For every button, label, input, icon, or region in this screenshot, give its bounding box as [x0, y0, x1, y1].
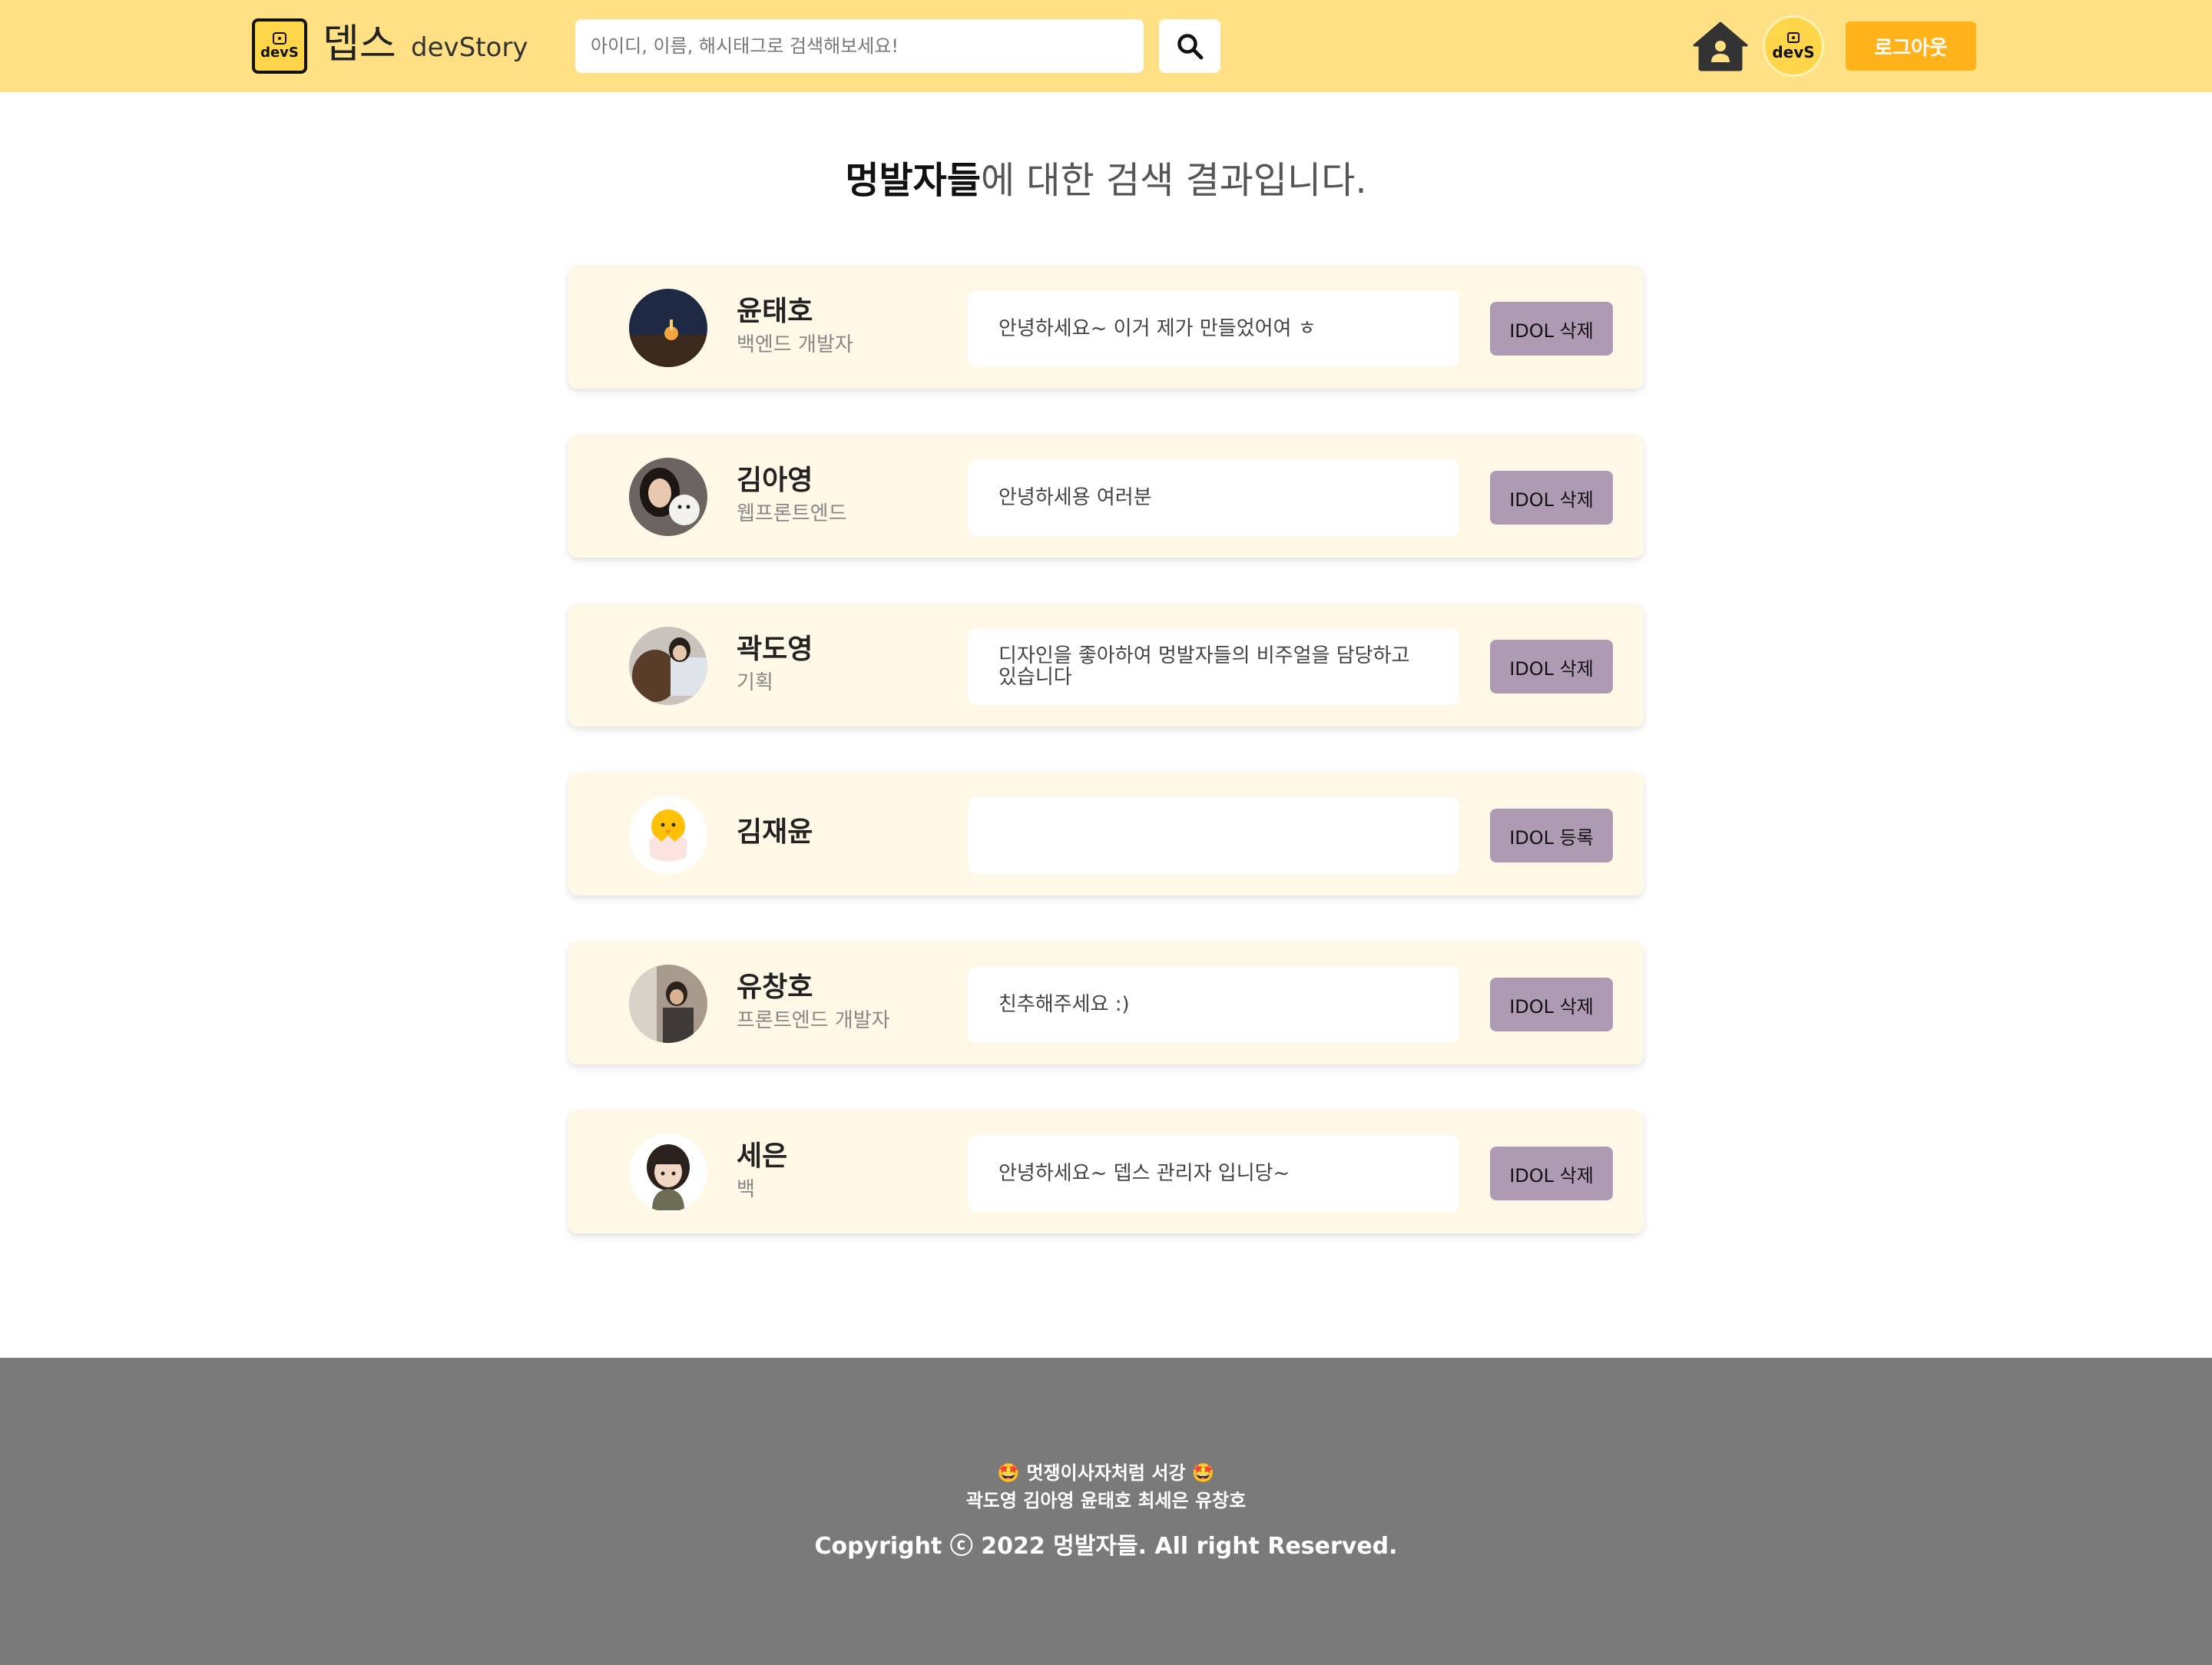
search-input[interactable]	[575, 19, 1144, 73]
search-keyword: 멍발자들	[845, 159, 981, 202]
avatar-logo-text: devS	[1772, 43, 1815, 61]
user-role: 기획	[737, 671, 773, 694]
user-role: 백	[737, 1178, 755, 1201]
footer-slogan: 🤩 멋쟁이사자처럼 서강 🤩	[997, 1462, 1215, 1484]
idol-delete-button[interactable]: IDOL 삭제	[1490, 978, 1613, 1031]
logo-mark-icon	[1787, 32, 1800, 43]
result-card: 곽도영 기획 디자인을 좋아하여 멍발자들의 비주얼을 담당하고 있습니다 ID…	[568, 604, 1644, 727]
search-result-title: 멍발자들에 대한 검색 결과입니다.	[0, 154, 2212, 207]
idol-delete-button[interactable]: IDOL 삭제	[1490, 471, 1613, 525]
profile-photo[interactable]	[629, 1134, 707, 1212]
user-name: 김아영	[737, 465, 813, 496]
result-card: 윤태호 백엔드 개발자 안녕하세요~ 이거 제가 만들었어여 ㅎ IDOL 삭제	[568, 266, 1644, 389]
user-intro: 안녕하세요~ 이거 제가 만들었어여 ㅎ	[968, 290, 1459, 367]
profile-photo[interactable]	[629, 458, 707, 536]
footer-copyright: Copyright ⓒ 2022 멍발자들. All right Reserve…	[814, 1533, 1398, 1560]
user-role: 백엔드 개발자	[737, 333, 853, 356]
logo-text: devS	[260, 45, 299, 61]
idol-register-button[interactable]: IDOL 등록	[1490, 809, 1613, 862]
user-name: 세은	[737, 1140, 788, 1172]
profile-photo[interactable]	[629, 289, 707, 367]
user-intro: 안녕하세요~ 뎁스 관리자 입니당~	[968, 1135, 1459, 1212]
profile-photo[interactable]	[629, 627, 707, 705]
user-intro: 디자인을 좋아하여 멍발자들의 비주얼을 담당하고 있습니다	[968, 628, 1459, 705]
top-navbar: devS 뎁스 devStory devS 로그아웃	[0, 0, 2212, 92]
search-result-suffix: 에 대한 검색 결과입니다.	[981, 159, 1367, 202]
user-role: 프론트엔드 개발자	[737, 1009, 890, 1032]
footer-members: 곽도영 김아영 윤태호 최세은 유창호	[965, 1490, 1247, 1511]
search-icon	[1177, 34, 1204, 60]
footer: 🤩 멋쟁이사자처럼 서강 🤩 곽도영 김아영 윤태호 최세은 유창호 Copyr…	[0, 1358, 2212, 1665]
brand-name-korean[interactable]: 뎁스	[323, 20, 396, 69]
idol-delete-button[interactable]: IDOL 삭제	[1490, 1147, 1613, 1200]
brand-name-english[interactable]: devStory	[411, 31, 528, 65]
search-button[interactable]	[1159, 19, 1220, 73]
home-button[interactable]	[1690, 18, 1751, 74]
logo-mark-icon	[273, 32, 286, 45]
user-intro: 친추해주세요 :)	[968, 966, 1459, 1043]
profile-avatar-button[interactable]: devS	[1763, 15, 1824, 77]
user-name: 곽도영	[737, 634, 813, 665]
result-card: 김아영 웹프론트엔드 안녕하세용 여러분 IDOL 삭제	[568, 435, 1644, 558]
profile-photo[interactable]	[629, 965, 707, 1043]
user-intro: 안녕하세용 여러분	[968, 459, 1459, 536]
user-name: 유창호	[737, 972, 813, 1003]
user-name: 윤태호	[737, 296, 813, 327]
user-intro	[968, 797, 1459, 874]
logout-button[interactable]: 로그아웃	[1846, 22, 1976, 71]
result-card: 세은 백 안녕하세요~ 뎁스 관리자 입니당~ IDOL 삭제	[568, 1111, 1644, 1233]
user-name: 김재윤	[737, 816, 813, 848]
home-user-icon	[1693, 22, 1748, 71]
profile-photo-default[interactable]	[629, 796, 707, 874]
logo[interactable]: devS	[252, 18, 307, 74]
result-card: 김재윤 IDOL 등록	[568, 773, 1644, 895]
idol-delete-button[interactable]: IDOL 삭제	[1490, 302, 1613, 356]
idol-delete-button[interactable]: IDOL 삭제	[1490, 640, 1613, 693]
user-role: 웹프론트엔드	[737, 502, 847, 525]
result-card: 유창호 프론트엔드 개발자 친추해주세요 :) IDOL 삭제	[568, 942, 1644, 1064]
